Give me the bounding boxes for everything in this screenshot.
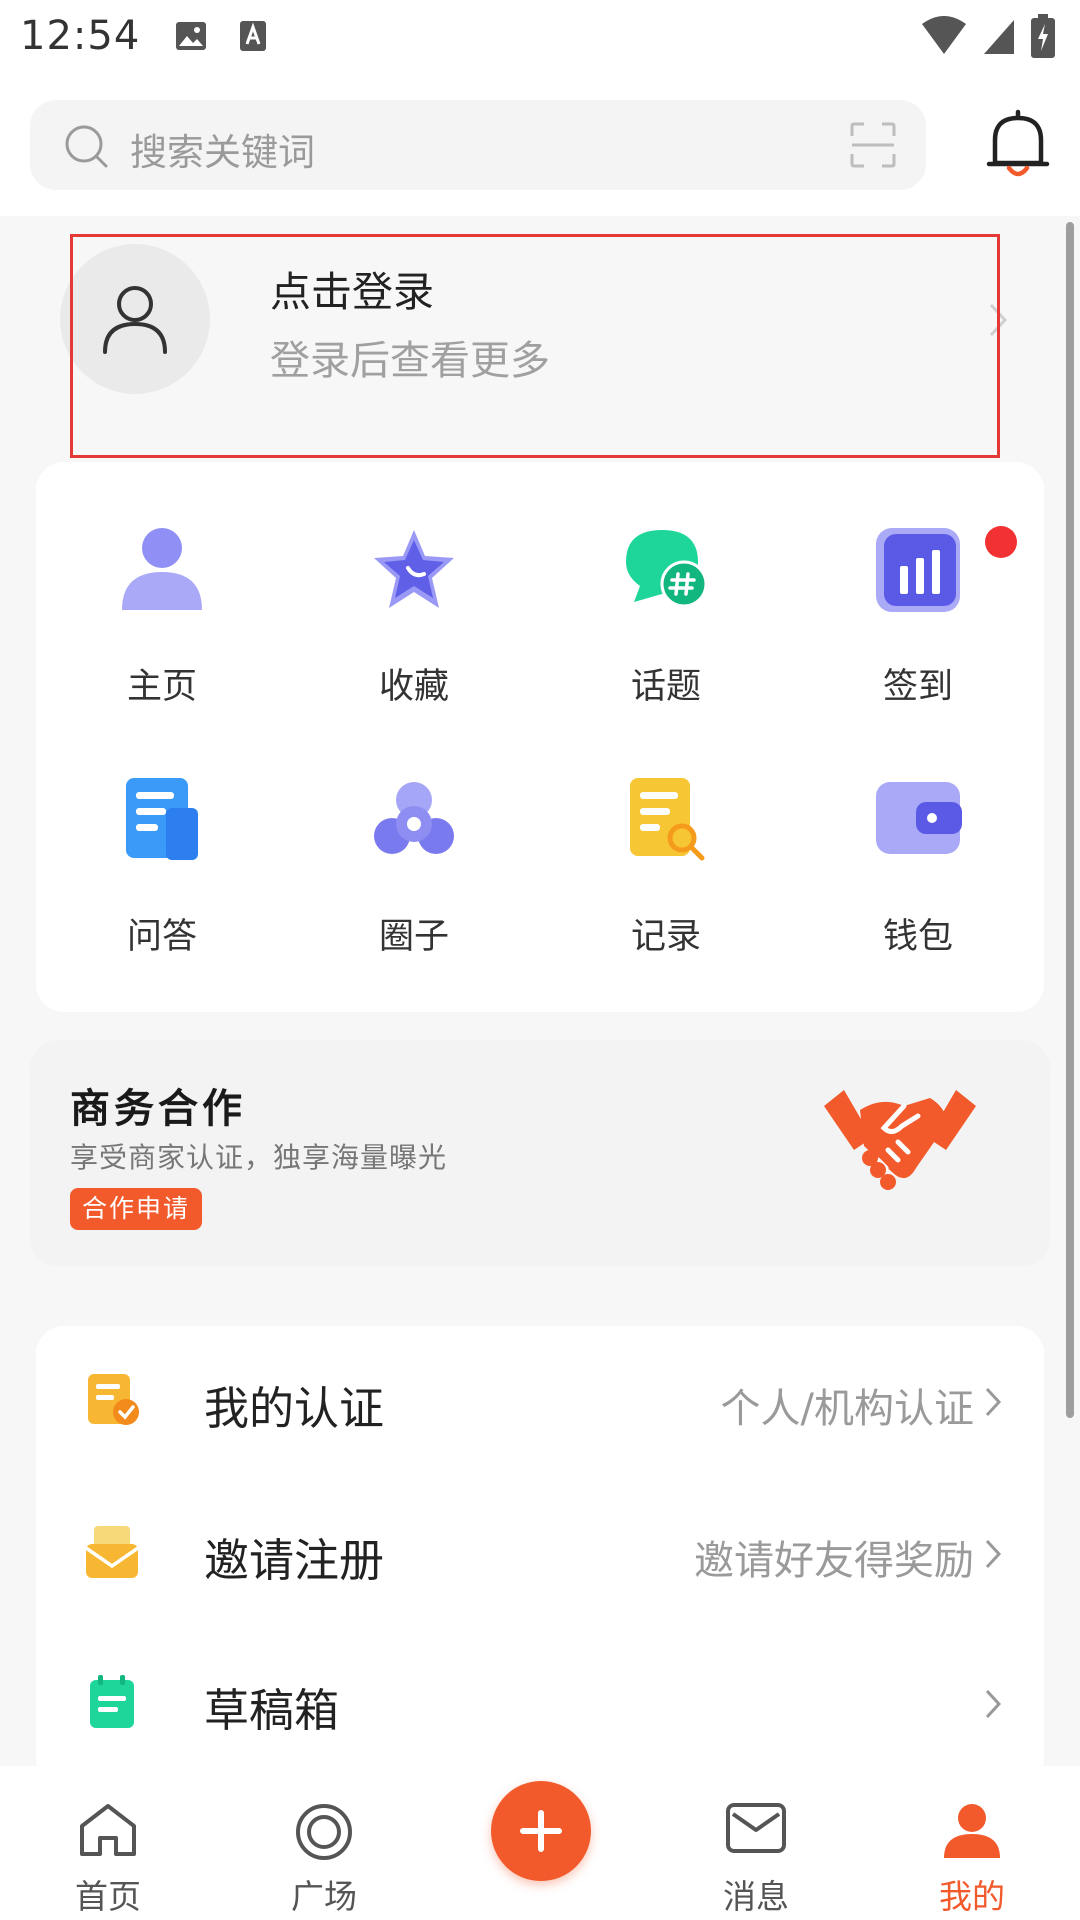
image-icon: [176, 22, 207, 50]
grid-label: 收藏: [378, 667, 449, 707]
grid-item-qa[interactable]: 问答: [36, 712, 288, 962]
certificate-icon: [88, 1374, 139, 1425]
list-value: 个人/机构认证: [720, 1386, 974, 1432]
nav-label: 首页: [75, 1877, 141, 1916]
grid-item-topics[interactable]: 话题: [540, 462, 792, 712]
text-icon: [240, 21, 267, 51]
grid-item-records[interactable]: 记录: [540, 712, 792, 962]
nav-label: 消息: [723, 1877, 789, 1916]
grid-item-home[interactable]: 主页: [36, 462, 288, 712]
record-search-icon: [630, 778, 705, 861]
list-label: 我的认证: [204, 1382, 385, 1435]
nav-item-me[interactable]: 我的: [892, 1766, 1052, 1920]
nav-label: 广场: [291, 1877, 357, 1916]
star-icon: [374, 530, 454, 608]
grid-item-circle[interactable]: 圈子: [288, 712, 540, 962]
list-item-drafts[interactable]: 草稿箱: [36, 1628, 1044, 1778]
notepad-icon: [90, 1675, 134, 1728]
business-subtitle: 享受商家认证，独享海量曝光: [70, 1141, 448, 1174]
circle-target-icon: [296, 1804, 352, 1860]
grid-label: 记录: [630, 917, 701, 957]
create-post-button[interactable]: [491, 1781, 591, 1881]
topic-chat-icon: [626, 530, 708, 608]
scrollbar[interactable]: [1066, 222, 1074, 1418]
battery-icon: [1031, 14, 1055, 58]
grid-item-wallet[interactable]: 钱包: [792, 712, 1044, 962]
grid-label: 话题: [630, 667, 701, 707]
search-icon: [65, 125, 108, 168]
circle-group-icon: [374, 782, 454, 854]
chevron-right-icon: [985, 1387, 1002, 1417]
signal-icon: [984, 20, 1014, 54]
status-time: 12:54: [20, 13, 141, 59]
grid-label: 圈子: [378, 917, 449, 957]
login-highlight-box: [70, 234, 1000, 458]
bar-chart-icon: [876, 528, 960, 612]
plus-icon: [520, 1810, 562, 1852]
top-bar: 搜索关键词: [0, 90, 1080, 200]
wifi-icon: [922, 16, 966, 54]
grid-item-checkin[interactable]: 签到: [792, 462, 1044, 712]
document-icon: [126, 778, 198, 860]
user-active-icon: [944, 1804, 1000, 1858]
home-icon: [80, 1804, 136, 1856]
nav-item-messages[interactable]: 消息: [676, 1766, 836, 1920]
settings-list: 我的认证 个人/机构认证 邀请注册 邀请好友得奖励 草稿箱: [36, 1326, 1044, 1786]
apply-button[interactable]: 合作申请: [70, 1188, 203, 1230]
list-label: 邀请注册: [204, 1534, 385, 1587]
envelope-icon: [85, 1526, 139, 1578]
list-value: 邀请好友得奖励: [694, 1538, 974, 1584]
search-placeholder: 搜索关键词: [130, 131, 315, 174]
nav-item-square[interactable]: 广场: [244, 1766, 404, 1920]
notification-badge: [985, 526, 1017, 558]
user-profile-icon: [122, 528, 202, 610]
feature-grid: 主页 收藏 话题 签到 问答 圈子 记录 钱包: [36, 462, 1044, 1012]
list-item-invite[interactable]: 邀请注册 邀请好友得奖励: [36, 1478, 1044, 1628]
nav-item-home[interactable]: 首页: [28, 1766, 188, 1920]
status-bar: 12:54: [0, 0, 1080, 72]
grid-label: 问答: [126, 917, 197, 957]
mail-icon: [726, 1803, 786, 1853]
scan-icon[interactable]: [850, 122, 896, 168]
grid-label: 签到: [882, 667, 953, 707]
search-input[interactable]: 搜索关键词: [30, 100, 926, 190]
grid-item-favorites[interactable]: 收藏: [288, 462, 540, 712]
bell-icon[interactable]: [985, 108, 1051, 180]
business-card[interactable]: 商务合作 享受商家认证，独享海量曝光 合作申请: [30, 1040, 1050, 1266]
list-label: 草稿箱: [204, 1684, 340, 1737]
nav-label: 我的: [939, 1877, 1005, 1916]
wallet-icon: [876, 782, 962, 854]
chevron-right-icon: [985, 1539, 1002, 1569]
handshake-icon: [824, 1090, 976, 1190]
list-item-verification[interactable]: 我的认证 个人/机构认证: [36, 1326, 1044, 1476]
grid-label: 钱包: [882, 917, 953, 957]
grid-label: 主页: [126, 667, 197, 707]
business-title: 商务合作: [70, 1086, 246, 1132]
chevron-right-icon: [985, 1689, 1002, 1719]
login-row[interactable]: 点击登录 登录后查看更多: [0, 216, 1080, 466]
